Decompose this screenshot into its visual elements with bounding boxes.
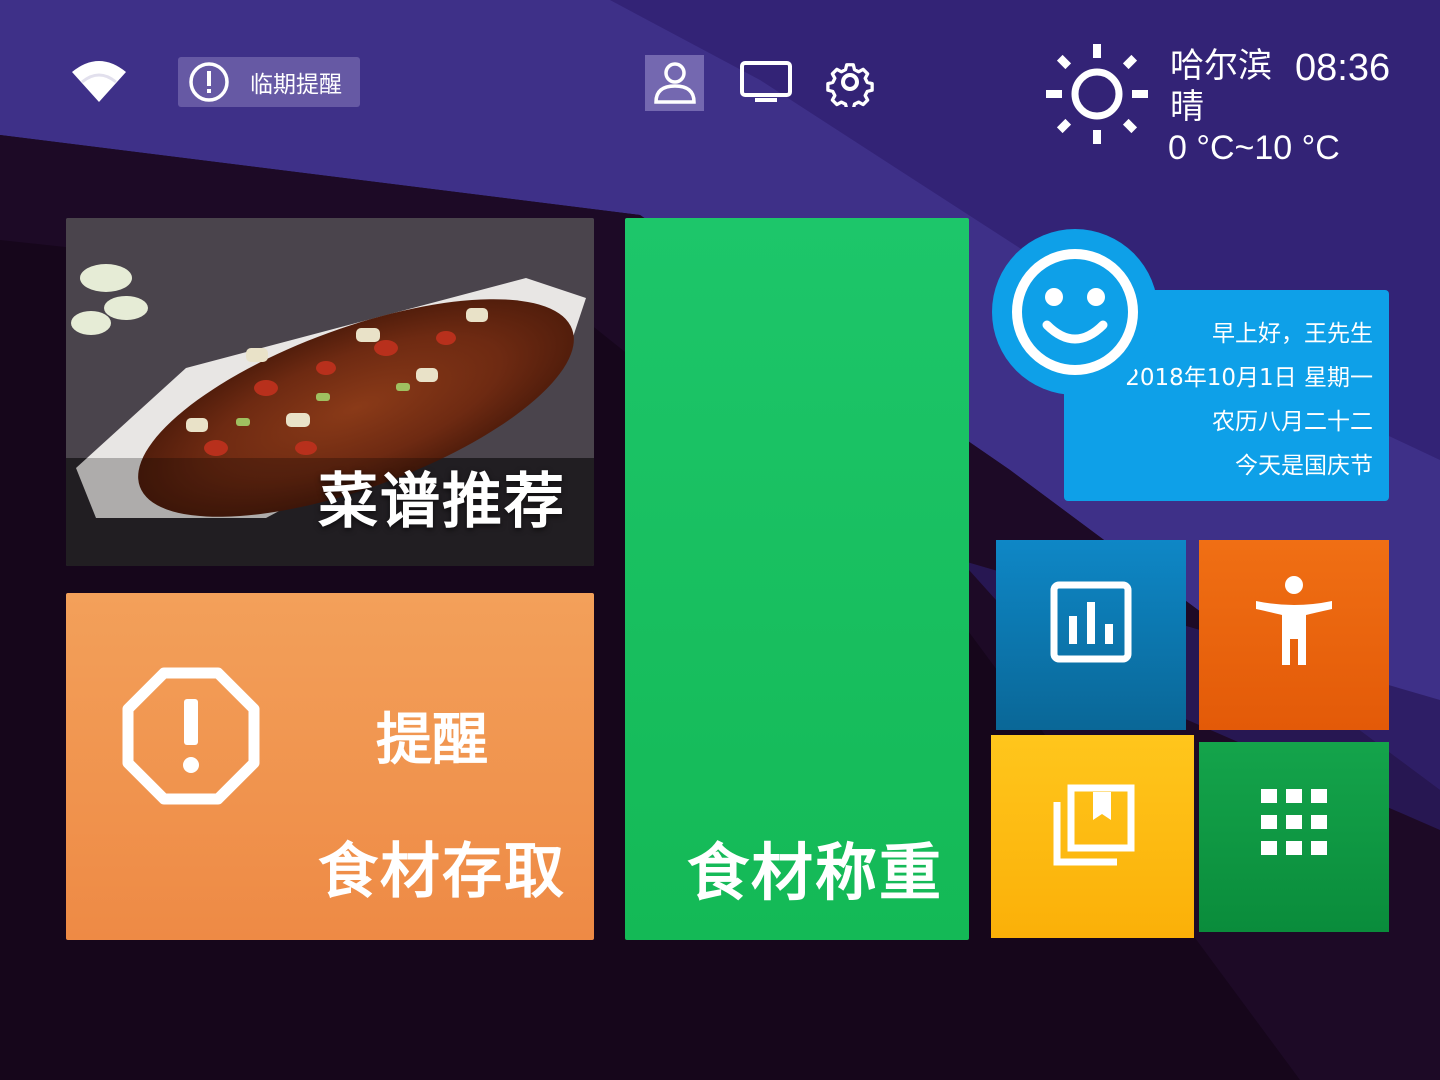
tv-icon xyxy=(740,61,792,102)
greeting-lunar: 农历八月二十二 xyxy=(1212,409,1373,435)
sun-icon xyxy=(1046,44,1148,144)
recipe-label: 菜谱推荐 xyxy=(318,467,566,537)
library-tile[interactable] xyxy=(991,735,1194,938)
apps-grid-icon xyxy=(1261,789,1327,855)
wifi-icon[interactable] xyxy=(70,58,128,104)
stats-tile[interactable] xyxy=(996,540,1186,730)
recipe-tile[interactable]: 菜谱推荐 xyxy=(66,218,594,566)
user-icon xyxy=(653,62,696,104)
alert-circle-icon xyxy=(188,61,230,103)
expiry-alert-chip[interactable]: 临期提醒 xyxy=(178,57,360,107)
weigh-tile[interactable]: 食材称重 xyxy=(625,218,969,940)
warning-octagon-icon xyxy=(122,667,260,805)
apps-tile[interactable] xyxy=(1199,742,1389,932)
greeting-holiday: 今天是国庆节 xyxy=(1235,453,1373,479)
smiley-icon[interactable] xyxy=(992,229,1158,395)
user-button[interactable] xyxy=(645,55,704,111)
storage-remind-label: 提醒 xyxy=(376,708,488,773)
weather-city: 哈尔滨 xyxy=(1170,46,1272,86)
storage-tile[interactable]: 提醒 食材存取 xyxy=(66,593,594,940)
library-books-icon xyxy=(1053,784,1134,865)
weather-condition: 晴 xyxy=(1170,87,1204,127)
weigh-label: 食材称重 xyxy=(686,836,943,909)
tv-button[interactable] xyxy=(738,58,794,108)
clock-time: 08:36 xyxy=(1295,47,1391,89)
accessibility-icon xyxy=(1256,576,1332,665)
settings-button[interactable] xyxy=(824,56,876,108)
weather-temperature: 0 °C~10 °C xyxy=(1168,129,1340,167)
storage-label: 食材存取 xyxy=(318,837,566,907)
expiry-alert-label: 临期提醒 xyxy=(250,72,342,98)
gear-icon xyxy=(826,63,874,107)
bar-chart-icon xyxy=(1050,581,1132,663)
accessibility-tile[interactable] xyxy=(1199,540,1389,730)
